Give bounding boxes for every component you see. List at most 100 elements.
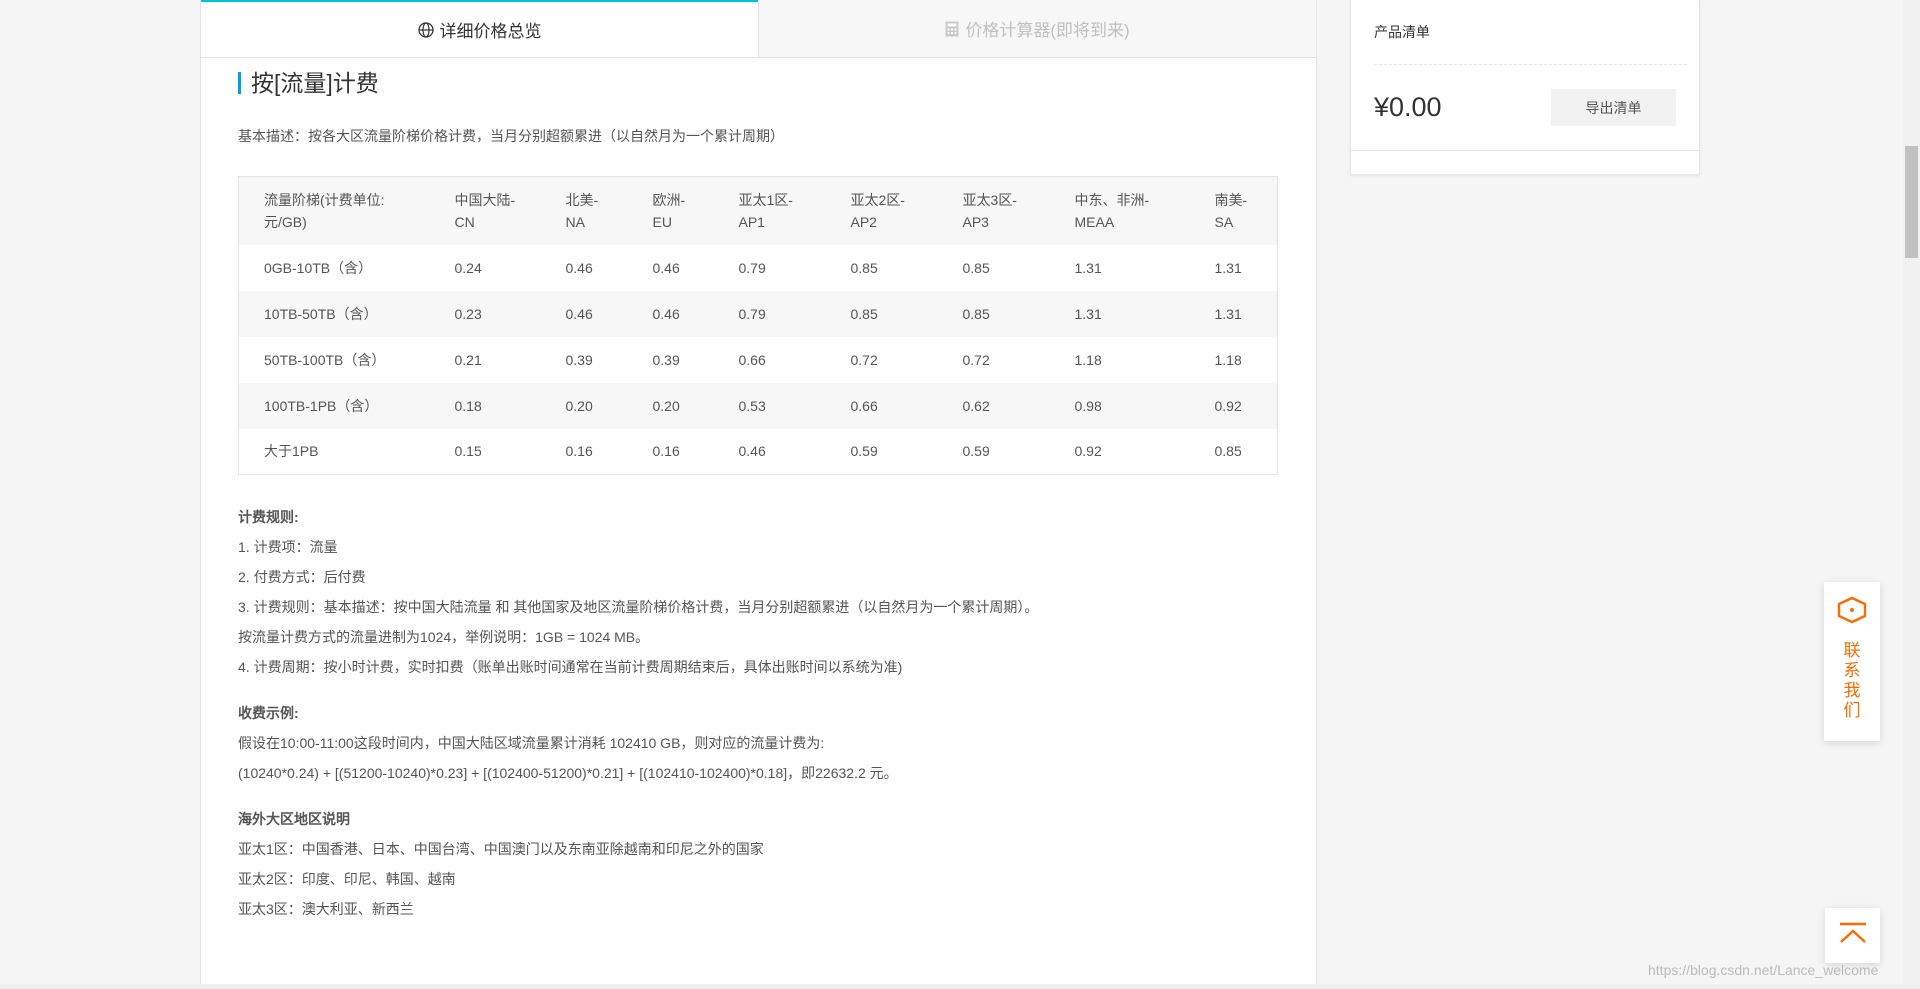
table-row: 10TB-50TB（含） 0.23 0.46 0.46 0.79 0.85 0.85 1.31… (238, 290, 1278, 337)
tier-cell: 0GB-10TB（含） (264, 259, 373, 276)
contact-us-button[interactable]: 联系我们 (1824, 582, 1880, 741)
info-section: 计费规则: 1. 计费项：流量 2. 付费方式：后付费 3. 计费规则：基本描述… (238, 507, 1279, 919)
price-cell: 0.16 (652, 443, 680, 460)
price-cell: 0.24 (454, 259, 482, 276)
back-to-top-button[interactable] (1825, 908, 1880, 963)
tab-bar: 详细价格总览 价格计算器(即将到来) (201, 0, 1316, 58)
watermark: https://blog.csdn.net/Lance_welcome (1648, 962, 1879, 978)
header-ap2: 亚太2区-AP2 (825, 176, 938, 245)
price-cell: 0.46 (565, 259, 593, 276)
tab-price-overview[interactable]: 详细价格总览 (201, 0, 758, 57)
price-cell: 0.18 (429, 382, 541, 429)
charge-example-line: 假设在10:00-11:00这段时间内，中国大陆区域流量累计消耗 102410 … (238, 735, 825, 751)
price-cell: 0.21 (454, 351, 482, 368)
billing-rule-line: 按流量计费方式的流量进制为1024，举例说明：1GB = 1024 MB。 (238, 629, 650, 645)
charge-example: 收费示例: 假设在10:00-11:00这段时间内，中国大陆区域流量累计消耗 1… (238, 703, 1279, 783)
scrollbar[interactable] (1903, 0, 1920, 989)
product-list-title: 产品清单 (1374, 0, 1687, 65)
table-row: 0GB-10TB（含） 0.24 0.46 0.46 0.79 0.85 0.85 1.31 1… (239, 245, 1278, 291)
price-cell: 0.15 (454, 443, 482, 460)
bottom-bar (0, 984, 1920, 989)
tab-price-calculator[interactable]: 价格计算器(即将到来) (758, 0, 1316, 57)
billing-rules-heading: 计费规则: (238, 509, 299, 525)
price-cell: 0.85 (1214, 443, 1242, 460)
price-cell: 0.23 (429, 290, 541, 337)
table-header-row: 流量阶梯(计费单位:元/GB) 中国大陆-CN 北美-NA 欧洲-EU 亚太1区… (238, 176, 1278, 245)
price-cell: 1.31 (1049, 290, 1190, 337)
tier-cell: 10TB-50TB（含） (238, 290, 430, 337)
price-cell: 0.59 (850, 443, 878, 460)
tier-cell: 大于1PB (264, 443, 319, 460)
tier-cell: 50TB-100TB（含） (264, 351, 386, 368)
price-cell: 0.46 (540, 290, 628, 337)
header-ap1: 亚太1区-AP1 (713, 176, 826, 245)
region-note-line: 亚太3区：澳大利亚、新西兰 (238, 901, 414, 917)
price-cell: 0.20 (540, 382, 628, 429)
charge-example-line: (10240*0.24) + [(51200-10240)*0.23] + [(… (238, 765, 898, 781)
header-na: 北美-NA (540, 176, 628, 245)
price-cell: 0.39 (565, 351, 593, 368)
main-panel: 详细价格总览 价格计算器(即将到来) 按[流量]计费 基本描述：按各大区流量阶梯… (200, 0, 1317, 989)
price-cell: 0.66 (825, 382, 938, 429)
tab-price-overview-label: 详细价格总览 (439, 22, 542, 41)
region-notes: 海外大区地区说明 亚太1区：中国香港、日本、中国台湾、中国澳门以及东南亚除越南和… (238, 809, 1279, 919)
section-description: 基本描述：按各大区流量阶梯价格计费，当月分别超额累进（以自然月为一个累计周期） (238, 128, 784, 144)
billing-rule-line: 1. 计费项：流量 (238, 539, 338, 555)
section-title: 按[流量]计费 (238, 72, 1279, 95)
price-cell: 0.46 (627, 290, 714, 337)
price-cell: 0.46 (652, 259, 680, 276)
price-cell: 0.92 (1189, 382, 1278, 429)
chat-icon (1836, 596, 1868, 629)
region-note-line: 亚太1区：中国香港、日本、中国台湾、中国澳门以及东南亚除越南和印尼之外的国家 (238, 841, 764, 857)
price-cell: 0.62 (937, 382, 1050, 429)
price-cell: 0.79 (713, 290, 826, 337)
scrollbar-thumb[interactable] (1905, 146, 1918, 258)
chevron-up-icon (1838, 922, 1868, 949)
price-cell: 0.98 (1049, 382, 1190, 429)
price-cell: 1.31 (1074, 259, 1102, 276)
price-cell: 1.18 (1214, 351, 1242, 368)
price-cell: 0.85 (937, 290, 1050, 337)
export-list-button[interactable]: 导出清单 (1551, 89, 1676, 126)
header-eu: 欧洲-EU (627, 176, 714, 245)
price-cell: 1.31 (1214, 259, 1242, 276)
region-note-line: 亚太2区：印度、印尼、韩国、越南 (238, 871, 456, 887)
charge-example-heading: 收费示例: (238, 705, 299, 721)
header-cn: 中国大陆-CN (429, 176, 541, 245)
price-cell: 0.16 (565, 443, 593, 460)
product-list-footer (1351, 150, 1699, 174)
price-cell: 0.85 (825, 290, 938, 337)
price-cell: 0.85 (850, 259, 878, 276)
price-cell: 0.59 (962, 443, 990, 460)
calculator-icon (945, 21, 959, 37)
price-table: 流量阶梯(计费单位:元/GB) 中国大陆-CN 北美-NA 欧洲-EU 亚太1区… (238, 176, 1278, 475)
header-sa: 南美-SA (1189, 176, 1278, 245)
billing-rules: 计费规则: 1. 计费项：流量 2. 付费方式：后付费 3. 计费规则：基本描述… (238, 507, 1279, 677)
header-tier: 流量阶梯(计费单位:元/GB) (238, 176, 430, 245)
price-cell: 0.20 (627, 382, 714, 429)
content: 按[流量]计费 基本描述：按各大区流量阶梯价格计费，当月分别超额累进（以自然月为… (201, 72, 1316, 919)
product-list-body: ¥0.00 导出清单 (1351, 65, 1699, 150)
table-row: 50TB-100TB（含） 0.21 0.39 0.39 0.66 0.72 0.72 1.1… (239, 337, 1278, 383)
tier-cell: 100TB-1PB（含） (238, 382, 430, 429)
price-cell: 0.39 (652, 351, 680, 368)
product-list-card: 产品清单 ¥0.00 导出清单 (1350, 0, 1700, 175)
contact-us-label: 联系我们 (1843, 641, 1861, 720)
price-cell: 0.72 (962, 351, 990, 368)
price-cell: 0.92 (1074, 443, 1102, 460)
price-cell: 0.79 (738, 259, 766, 276)
table-row: 大于1PB 0.15 0.16 0.16 0.46 0.59 0.59 0.92 0.85 (239, 429, 1278, 475)
price-cell: 0.72 (850, 351, 878, 368)
table-body: 0GB-10TB（含） 0.24 0.46 0.46 0.79 0.85 0.85 1.31 1… (238, 245, 1278, 475)
billing-rule-line: 2. 付费方式：后付费 (238, 569, 366, 585)
billing-rule-line: 3. 计费规则：基本描述：按中国大陆流量 和 其他国家及地区流量阶梯价格计费，当… (238, 599, 1039, 615)
price-cell: 1.31 (1189, 290, 1278, 337)
price-cell: 0.85 (962, 259, 990, 276)
price-cell: 1.18 (1074, 351, 1102, 368)
header-ap3: 亚太3区-AP3 (937, 176, 1050, 245)
tab-price-calculator-label: 价格计算器(即将到来) (965, 21, 1130, 40)
table-row: 100TB-1PB（含） 0.18 0.20 0.20 0.53 0.66 0.62 0.98… (238, 382, 1278, 429)
price-cell: 0.53 (713, 382, 826, 429)
price-cell: 0.46 (738, 443, 766, 460)
region-notes-heading: 海外大区地区说明 (238, 811, 350, 827)
